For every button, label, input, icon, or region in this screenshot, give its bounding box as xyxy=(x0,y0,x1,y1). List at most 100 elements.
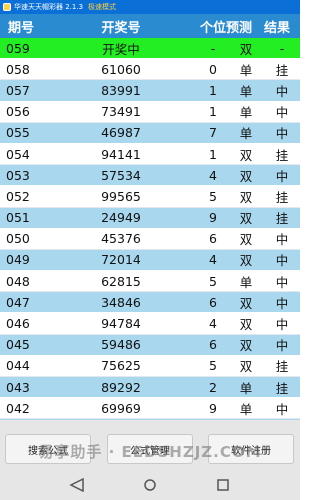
cell-number: 69969 xyxy=(101,400,141,416)
cell-period: 055 xyxy=(6,125,30,141)
cell-prediction: 双 xyxy=(239,253,253,269)
cell-number: 94141 xyxy=(101,146,141,162)
table-row[interactable]: 055 46987 7 单 中 xyxy=(0,122,300,144)
cell-prediction: 单 xyxy=(239,401,253,417)
cell-result: 中 xyxy=(275,126,289,142)
cell-digit: 0 xyxy=(209,61,217,77)
cell-result: 中 xyxy=(275,105,289,121)
table-row[interactable]: 053 57534 4 双 中 xyxy=(0,165,300,187)
cell-result: - xyxy=(279,40,285,56)
cell-result: 中 xyxy=(275,338,289,354)
header-period: 期号 xyxy=(8,20,35,36)
cell-prediction: 双 xyxy=(239,295,253,311)
table-row[interactable]: 042 69969 9 单 中 xyxy=(0,398,300,420)
cell-period: 045 xyxy=(6,337,30,353)
cell-digit: 5 xyxy=(209,358,217,374)
cell-result: 中 xyxy=(275,253,289,269)
table-row[interactable]: 045 59486 6 双 中 xyxy=(0,334,300,356)
cell-prediction: 双 xyxy=(239,147,253,163)
table-row[interactable]: 049 72014 4 双 中 xyxy=(0,249,300,272)
cell-number: 34846 xyxy=(101,294,141,310)
cell-period: 053 xyxy=(6,167,30,183)
cell-number: 24949 xyxy=(101,210,141,226)
window-title: 华速天天帽彩器 2.1.3 xyxy=(14,3,84,11)
cell-period: 054 xyxy=(6,146,30,162)
home-icon[interactable] xyxy=(140,478,160,492)
cell-prediction: 单 xyxy=(239,274,253,290)
cell-result: 挂 xyxy=(275,359,289,375)
table-row[interactable]: 054 94141 1 双 挂 xyxy=(0,143,300,166)
cell-result: 挂 xyxy=(275,62,289,78)
table-row[interactable]: 048 62815 5 单 中 xyxy=(0,271,300,293)
cell-number: 45376 xyxy=(101,231,141,247)
cell-period: 043 xyxy=(6,379,30,395)
cell-digit: 2 xyxy=(209,379,217,395)
recent-icon[interactable] xyxy=(213,478,233,492)
cell-number: 83991 xyxy=(101,82,141,98)
cell-digit: 4 xyxy=(209,167,217,183)
cell-result: 中 xyxy=(275,274,289,290)
cell-result: 中 xyxy=(275,232,289,248)
cell-period: 059 xyxy=(6,40,30,56)
system-navbar xyxy=(0,470,300,500)
software-register-button[interactable]: 软件注册 xyxy=(208,434,294,464)
cell-prediction: 双 xyxy=(239,41,253,57)
table-row[interactable]: 043 89292 2 单 挂 xyxy=(0,377,300,399)
cell-number: 75625 xyxy=(101,358,141,374)
cell-digit: 7 xyxy=(209,125,217,141)
cell-prediction: 单 xyxy=(239,105,253,121)
cell-digit: 9 xyxy=(209,210,217,226)
cell-period: 052 xyxy=(6,188,30,204)
formula-manage-button[interactable]: 公式管理 xyxy=(107,434,193,464)
cell-number: 94784 xyxy=(101,316,141,332)
table-row[interactable]: 046 94784 4 双 中 xyxy=(0,313,300,335)
cell-period: 047 xyxy=(6,294,30,310)
table-row[interactable]: 051 24949 9 双 挂 xyxy=(0,207,300,229)
table-row[interactable]: 059 开奖中 - 双 - xyxy=(0,38,300,60)
window-titlebar: 华速天天帽彩器 2.1.3 极速模式 xyxy=(0,0,300,14)
cell-number: 61060 xyxy=(101,61,141,77)
cell-period: 050 xyxy=(6,231,30,247)
cell-number: 73491 xyxy=(101,104,141,120)
results-table[interactable]: 059 开奖中 - 双 -058 61060 0 单挂 057 83991 1 单中 056 73491 1… xyxy=(0,38,300,420)
cell-result: 挂 xyxy=(275,380,289,396)
table-row[interactable]: 052 99565 5 双 挂 xyxy=(0,186,300,208)
cell-digit: 1 xyxy=(209,146,217,162)
cell-result: 中 xyxy=(275,295,289,311)
cell-result: 中 xyxy=(275,401,289,417)
table-row[interactable]: 050 45376 6 双 中 xyxy=(0,228,300,250)
app-icon xyxy=(3,3,11,11)
table-row[interactable]: 058 61060 0 单 挂 xyxy=(0,59,300,81)
search-formula-button[interactable]: 搜索公式 xyxy=(5,434,91,464)
cell-prediction: 单 xyxy=(239,126,253,142)
cell-prediction: 双 xyxy=(239,232,253,248)
cell-prediction: 双 xyxy=(239,317,253,333)
cell-number: 59486 xyxy=(101,337,141,353)
cell-digit: 1 xyxy=(209,104,217,120)
header-number: 开奖号 xyxy=(101,20,141,36)
cell-result: 中 xyxy=(275,83,289,99)
cell-result: 挂 xyxy=(275,211,289,227)
cell-prediction: 双 xyxy=(239,338,253,354)
cell-prediction: 双 xyxy=(239,211,253,227)
table-row[interactable]: 057 83991 1 单 中 xyxy=(0,80,300,102)
table-row[interactable]: 056 73491 1 单 中 xyxy=(0,101,300,123)
back-icon[interactable] xyxy=(67,478,87,492)
cell-result: 挂 xyxy=(275,189,289,205)
cell-prediction: 双 xyxy=(239,168,253,184)
table-row[interactable]: 047 34846 6 双 中 xyxy=(0,292,300,314)
cell-result: 中 xyxy=(275,168,289,184)
cell-period: 056 xyxy=(6,104,30,120)
cell-result: 中 xyxy=(275,317,289,333)
cell-prediction: 双 xyxy=(239,359,253,375)
cell-prediction: 单 xyxy=(239,380,253,396)
table-header: 期号 开奖号 个位预测 结果 xyxy=(0,14,300,38)
cell-period: 046 xyxy=(6,316,30,332)
table-row[interactable]: 044 75625 5 双 挂 xyxy=(0,355,300,377)
cell-digit: 4 xyxy=(209,252,217,268)
cell-period: 044 xyxy=(6,358,30,374)
header-digit-pred: 个位预测 xyxy=(200,20,253,36)
cell-digit: 6 xyxy=(209,294,217,310)
cell-prediction: 单 xyxy=(239,83,253,99)
cell-digit: 5 xyxy=(209,188,217,204)
